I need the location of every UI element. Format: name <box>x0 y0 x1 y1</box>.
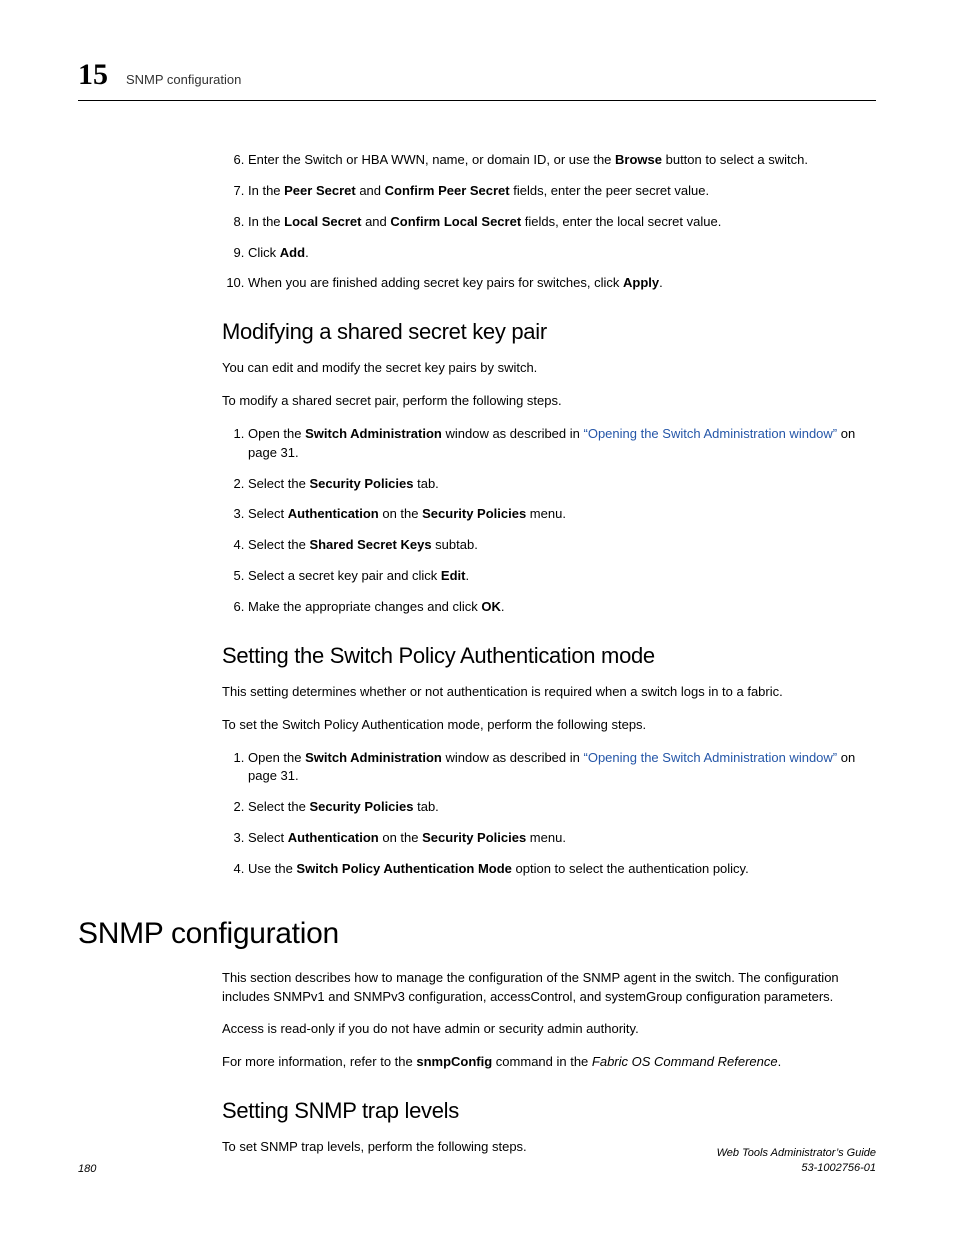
page-footer: 180 Web Tools Administrator’s Guide 53-1… <box>78 1146 876 1175</box>
page: 15 SNMP configuration Enter the Switch o… <box>0 0 954 1235</box>
body-paragraph: To modify a shared secret pair, perform … <box>222 392 876 411</box>
xref-link[interactable]: “Opening the Switch Administration windo… <box>584 426 838 441</box>
step-6: Make the appropriate changes and click O… <box>248 598 876 617</box>
step-6: Enter the Switch or HBA WWN, name, or do… <box>248 151 876 170</box>
step-9: Click Add. <box>248 244 876 263</box>
heading-switch-policy-auth: Setting the Switch Policy Authentication… <box>222 643 876 669</box>
body-paragraph: This setting determines whether or not a… <box>222 683 876 702</box>
page-number: 180 <box>78 1163 96 1175</box>
step-8: In the Local Secret and Confirm Local Se… <box>248 213 876 232</box>
doc-title: Web Tools Administrator’s Guide <box>717 1146 876 1160</box>
body-content: Enter the Switch or HBA WWN, name, or do… <box>222 151 876 1157</box>
step-5: Select a secret key pair and click Edit. <box>248 567 876 586</box>
heading-snmp-configuration: SNMP configuration <box>78 917 876 951</box>
page-header: 15 SNMP configuration <box>78 58 876 92</box>
step-4: Use the Switch Policy Authentication Mod… <box>248 860 876 879</box>
heading-snmp-trap-levels: Setting SNMP trap levels <box>222 1098 876 1124</box>
body-paragraph: Access is read-only if you do not have a… <box>222 1020 876 1039</box>
body-paragraph: You can edit and modify the secret key p… <box>222 359 876 378</box>
step-1: Open the Switch Administration window as… <box>248 425 876 463</box>
heading-modifying-shared-secret: Modifying a shared secret key pair <box>222 319 876 345</box>
auth-steps-list: Open the Switch Administration window as… <box>222 749 876 879</box>
continued-steps-list: Enter the Switch or HBA WWN, name, or do… <box>222 151 876 293</box>
body-paragraph: For more information, refer to the snmpC… <box>222 1053 876 1072</box>
step-2: Select the Security Policies tab. <box>248 475 876 494</box>
step-3: Select Authentication on the Security Po… <box>248 829 876 848</box>
running-head: SNMP configuration <box>126 72 241 87</box>
xref-link[interactable]: “Opening the Switch Administration windo… <box>584 750 838 765</box>
step-3: Select Authentication on the Security Po… <box>248 505 876 524</box>
modify-steps-list: Open the Switch Administration window as… <box>222 425 876 617</box>
header-rule <box>78 100 876 101</box>
doc-id: 53-1002756-01 <box>717 1161 876 1175</box>
body-paragraph: This section describes how to manage the… <box>222 969 876 1007</box>
body-paragraph: To set the Switch Policy Authentication … <box>222 716 876 735</box>
step-7: In the Peer Secret and Confirm Peer Secr… <box>248 182 876 201</box>
doc-title-block: Web Tools Administrator’s Guide 53-10027… <box>717 1146 876 1175</box>
step-10: When you are finished adding secret key … <box>248 274 876 293</box>
step-1: Open the Switch Administration window as… <box>248 749 876 787</box>
step-2: Select the Security Policies tab. <box>248 798 876 817</box>
step-4: Select the Shared Secret Keys subtab. <box>248 536 876 555</box>
chapter-number: 15 <box>78 58 108 92</box>
